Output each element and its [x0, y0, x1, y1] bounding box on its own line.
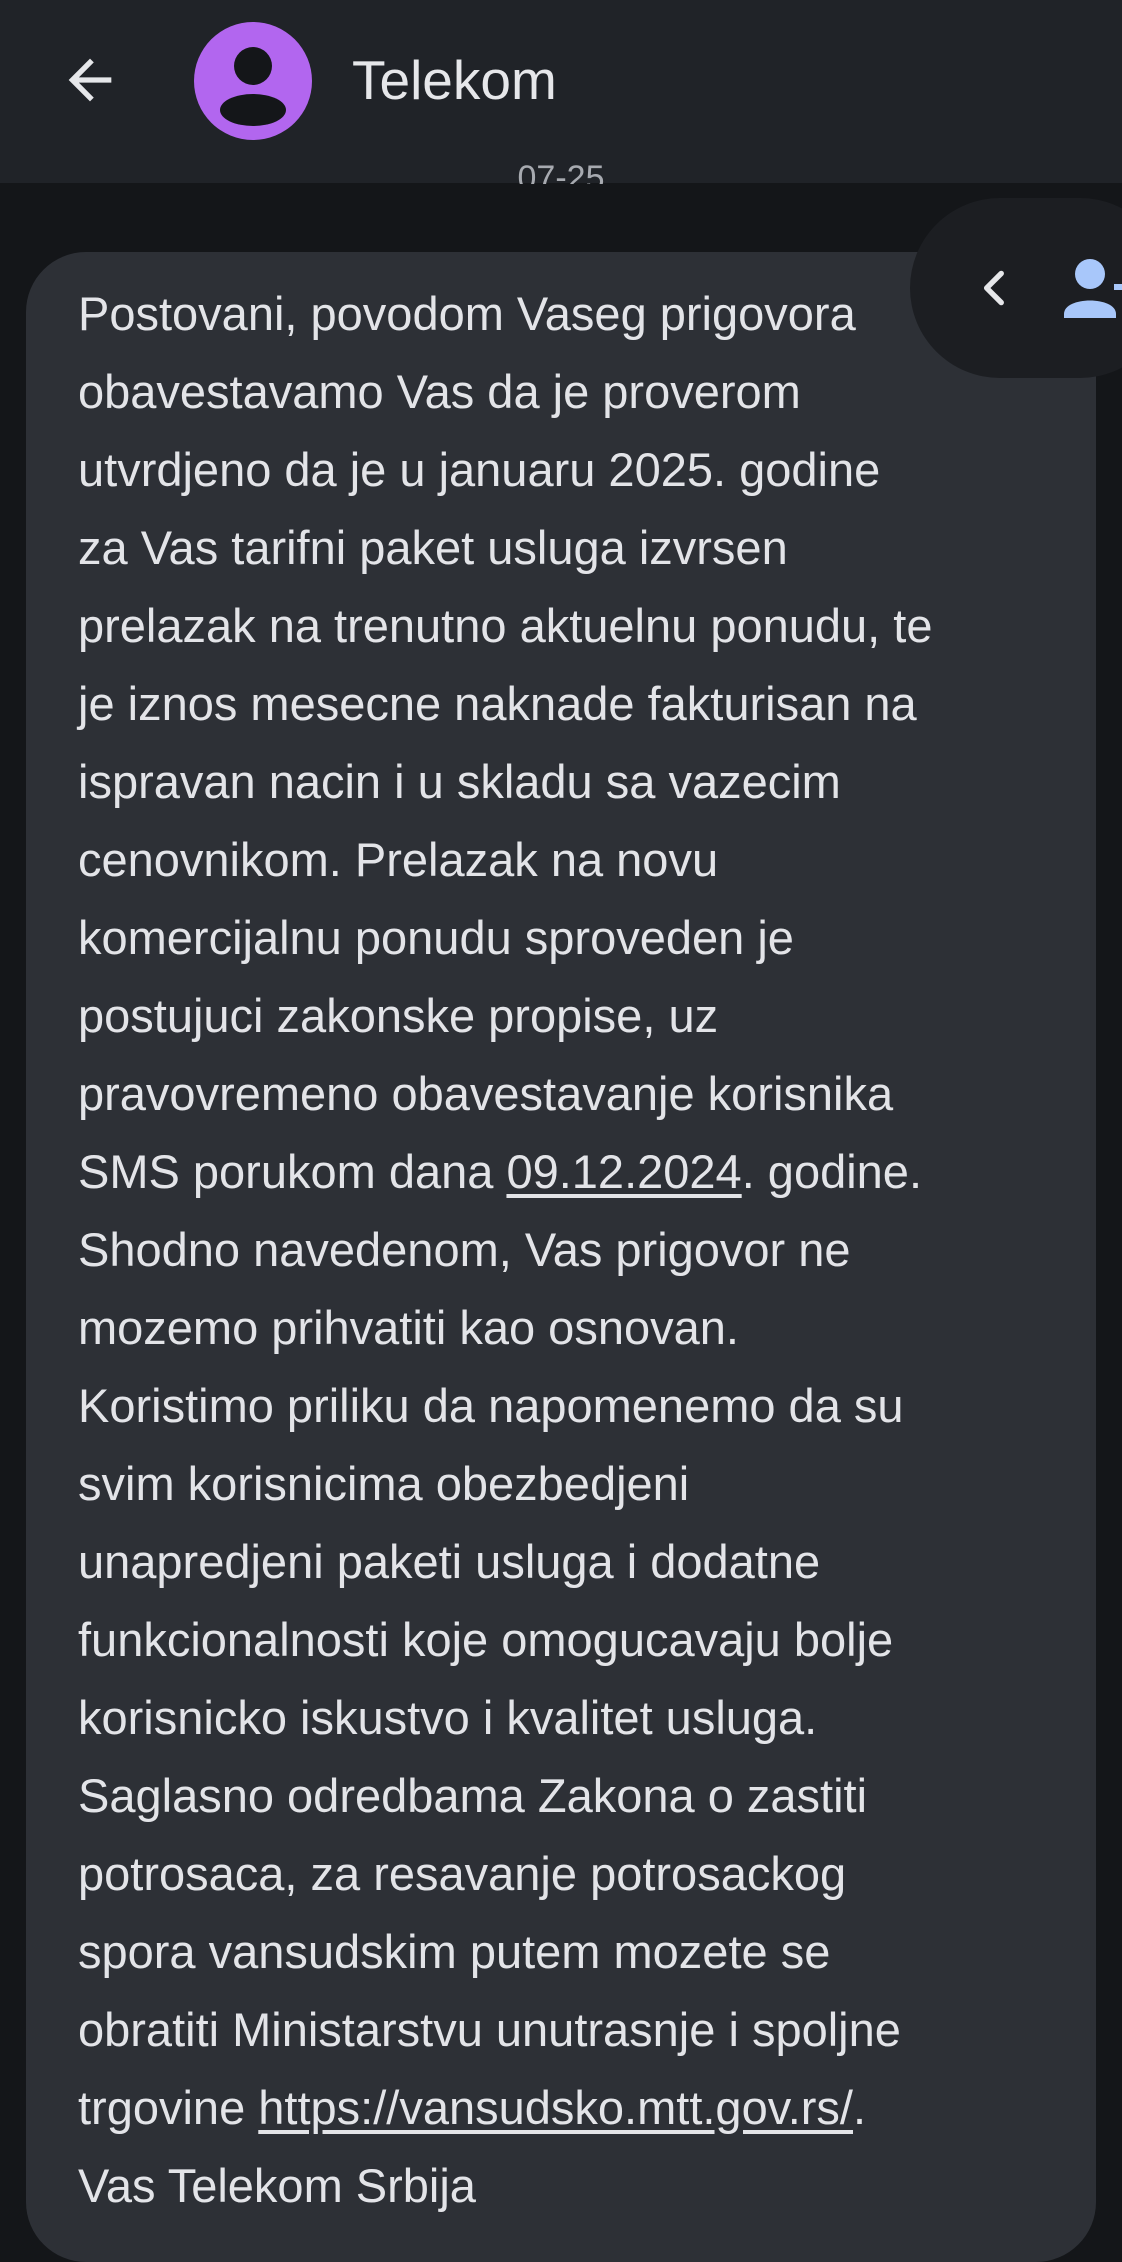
message-line: SMS porukom dana 09.12.2024. godine. — [78, 1133, 1068, 1211]
message-line: Koristimo priliku da napomenemo da su — [78, 1379, 904, 1432]
message-line: obavestavamo Vas da je proverom — [78, 365, 801, 418]
message-line: Saglasno odredbama Zakona o zastiti — [78, 1769, 868, 1822]
message-line: mozemo prihvatiti kao osnovan. — [78, 1301, 739, 1354]
message-text-fragment: trgovine — [78, 2081, 259, 2134]
message-line: za Vas tarifni paket usluga izvrsen — [78, 521, 788, 574]
message-line: cenovnikom. Prelazak na novu — [78, 833, 719, 886]
message-line: utvrdjeno da je u januaru 2025. godine — [78, 443, 881, 496]
message-line: Vas Telekom Srbija — [78, 2159, 476, 2212]
back-button[interactable] — [48, 38, 132, 122]
message-line: funkcionalnosti koje omogucavaju bolje — [78, 1613, 894, 1666]
date-separator: 07-25 — [517, 159, 605, 184]
message-line: komercijalnu ponudu sproveden je — [78, 911, 794, 964]
date-link[interactable]: 09.12.2024 — [506, 1145, 741, 1198]
add-contact-icon — [1064, 259, 1122, 318]
collapse-button[interactable] — [955, 248, 1035, 328]
url-link[interactable]: https://vansudsko.mtt.gov.rs/ — [258, 2081, 853, 2134]
message-line: je iznos mesecne naknade fakturisan na — [78, 677, 917, 730]
message-line: obratiti Ministarstvu unutrasnje i spolj… — [78, 2003, 901, 2056]
arrow-back-icon — [68, 58, 112, 102]
conversation-title[interactable]: Telekom — [352, 44, 557, 116]
app-bar: Telekom — [0, 0, 1122, 183]
message-line: pravovremeno obavestavanje korisnika — [78, 1067, 894, 1120]
message-line: Shodno navedenom, Vas prigovor ne — [78, 1223, 851, 1276]
message-line: ispravan nacin i u skladu sa vazecim — [78, 755, 841, 808]
message-text-fragment: . — [853, 2081, 867, 2134]
add-contact-button[interactable] — [1060, 252, 1122, 332]
contact-avatar[interactable] — [194, 22, 312, 140]
message-line: spora vansudskim putem mozete se — [78, 1925, 831, 1978]
message-line: trgovine https://vansudsko.mtt.gov.rs/. — [78, 2069, 1068, 2147]
person-icon — [220, 47, 286, 126]
message-text-fragment: . godine. — [741, 1145, 922, 1198]
message-line: korisnicko iskustvo i kvalitet usluga. — [78, 1691, 818, 1744]
message-line: potrosaca, za resavanje potrosackog — [78, 1847, 847, 1900]
message-line: postujuci zakonske propise, uz — [78, 989, 719, 1042]
message-line: prelazak na trenutno aktuelnu ponudu, te — [78, 599, 933, 652]
message-line: unapredjeni paketi usluga i dodatne — [78, 1535, 821, 1588]
message-line: svim korisnicima obezbedjeni — [78, 1457, 690, 1510]
message-text: Postovani, povodom Vaseg prigovora obave… — [78, 275, 1068, 2225]
message-text-fragment: SMS porukom dana — [78, 1145, 507, 1198]
chevron-left-icon — [983, 270, 1004, 306]
